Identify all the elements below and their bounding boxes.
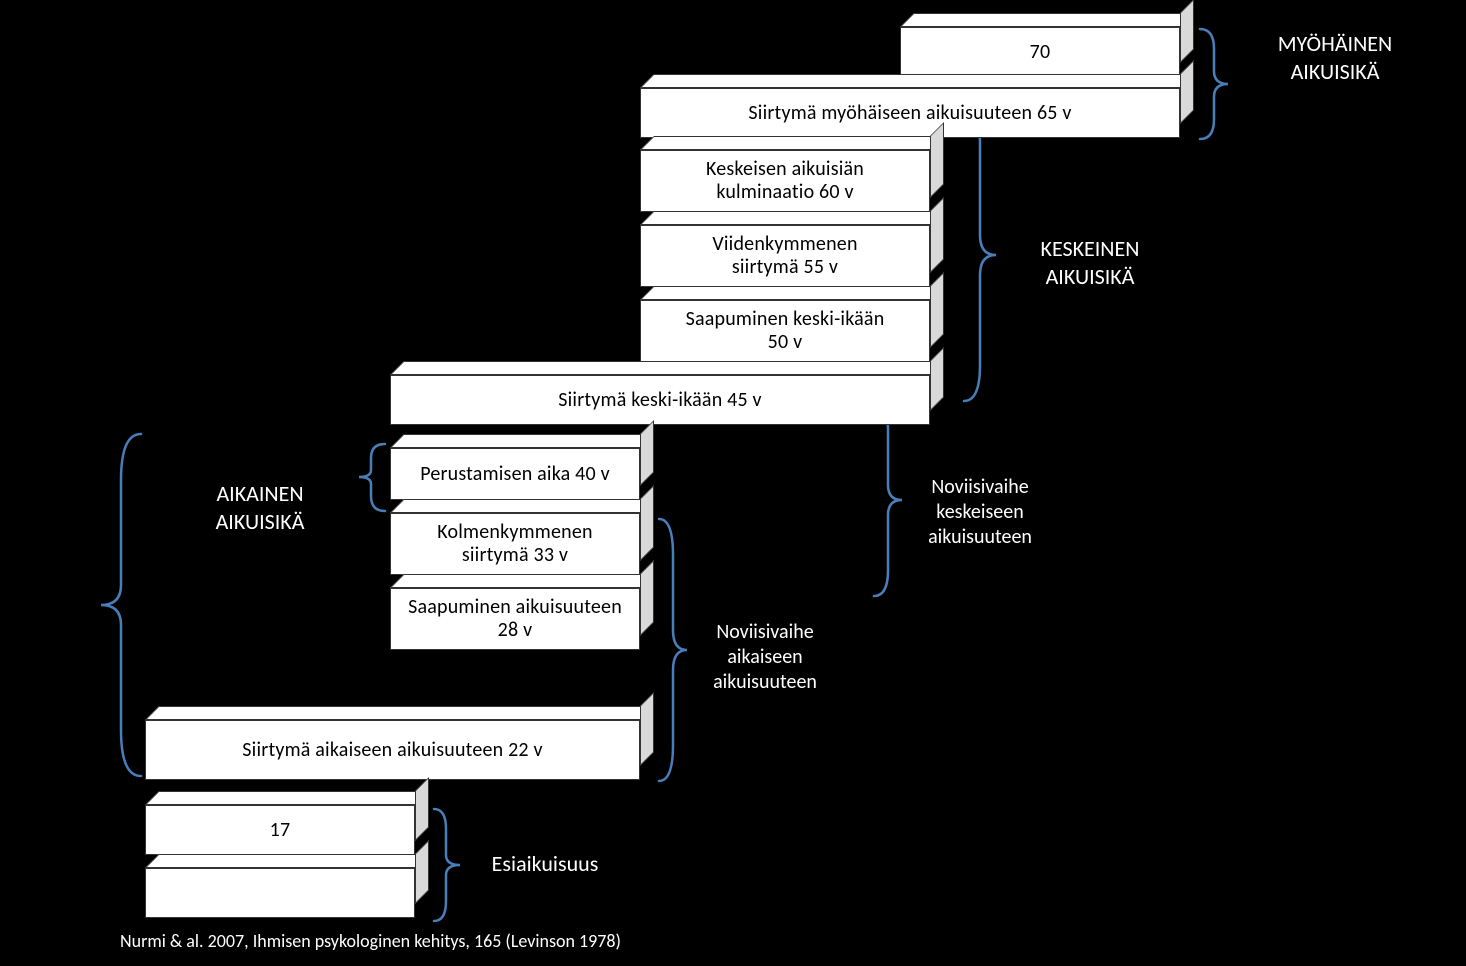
brace-late xyxy=(1196,25,1232,143)
brace-novice-top xyxy=(355,440,389,515)
brace-novice-middle xyxy=(870,400,906,600)
brace-era-middle xyxy=(960,105,1000,405)
label-novice-middle: Noviisivaihekeskeiseenaikuisuuteen xyxy=(905,475,1055,550)
brace-preadult xyxy=(430,805,464,925)
label-novice-early: Noviisivaiheaikaiseenaikuisuuteen xyxy=(690,620,840,695)
diagram-stage: MYÖHÄINENAIKUISIKÄ KESKEINENAIKUISIKÄ AI… xyxy=(0,0,1466,966)
brace-novice-early xyxy=(655,515,691,785)
label-late-adulthood: MYÖHÄINENAIKUISIKÄ xyxy=(1230,30,1440,85)
source-citation: Nurmi & al. 2007, Ihmisen psykologinen k… xyxy=(120,930,1320,953)
label-preadult: Esiaikuisuus xyxy=(465,850,625,878)
label-early-adulthood: AIKAINENAIKUISIKÄ xyxy=(170,480,350,535)
label-middle-adulthood: KESKEINENAIKUISIKÄ xyxy=(1000,235,1180,290)
brace-era-early xyxy=(95,430,145,780)
